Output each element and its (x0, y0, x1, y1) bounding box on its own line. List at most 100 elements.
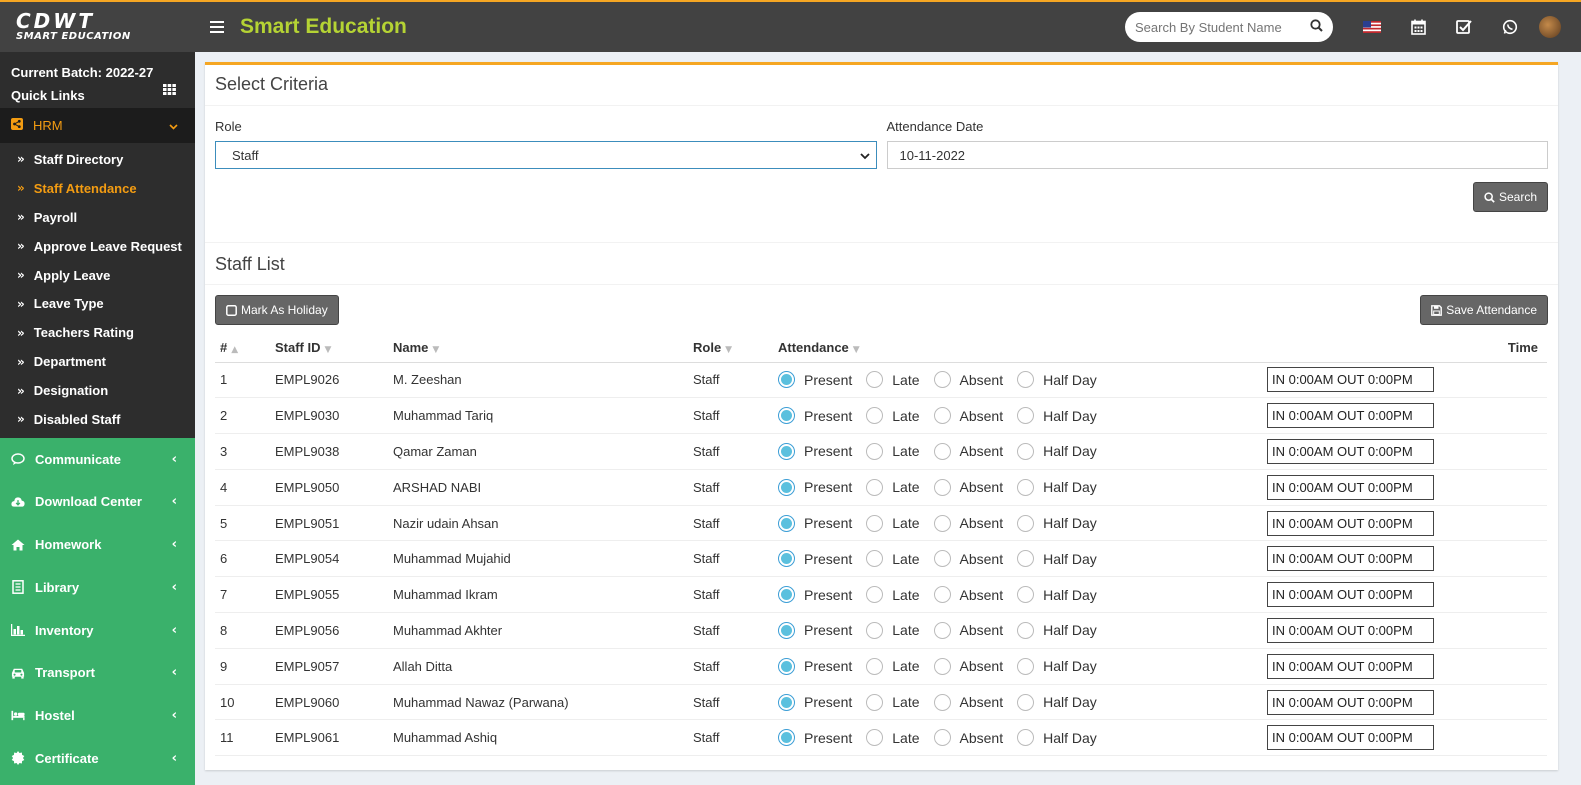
attendance-option-late[interactable]: Late (866, 550, 920, 568)
time-input[interactable]: IN 0:00AM OUT 0:00PM (1267, 438, 1434, 464)
sidebar-item-apply-leave[interactable]: » Apply Leave (0, 261, 195, 290)
attendance-option-present[interactable]: Present (778, 621, 852, 639)
radio-late[interactable] (866, 586, 884, 604)
attendance-option-absent[interactable]: Absent (933, 407, 1003, 425)
radio-late[interactable] (866, 514, 884, 532)
radio-present[interactable] (778, 657, 795, 675)
attendance-option-half-day[interactable]: Half Day (1017, 478, 1097, 496)
radio-late[interactable] (866, 657, 884, 675)
radio-absent[interactable] (933, 478, 951, 496)
sidebar-item-library[interactable]: Library ‹ (0, 566, 195, 609)
radio-present[interactable] (778, 586, 795, 604)
sidebar-item-approve-leave-request[interactable]: » Approve Leave Request (0, 232, 195, 261)
menu-toggle-icon[interactable] (210, 21, 224, 33)
attendance-option-late[interactable]: Late (866, 478, 920, 496)
sidebar-item-designation[interactable]: » Designation (0, 376, 195, 405)
radio-half-day[interactable] (1017, 586, 1035, 604)
radio-absent[interactable] (933, 407, 951, 425)
radio-absent[interactable] (933, 729, 951, 747)
sidebar-item-leave-type[interactable]: » Leave Type (0, 289, 195, 318)
radio-absent[interactable] (933, 657, 951, 675)
radio-present[interactable] (778, 550, 795, 568)
attendance-option-absent[interactable]: Absent (933, 550, 1003, 568)
logo[interactable]: CDWT SMART EDUCATION (0, 2, 195, 52)
attendance-option-late[interactable]: Late (866, 729, 920, 747)
calendar-icon[interactable] (1395, 12, 1441, 42)
attendance-option-half-day[interactable]: Half Day (1017, 371, 1097, 389)
sidebar-item-hrm[interactable]: HRM (0, 108, 195, 143)
sidebar-item-teachers-rating[interactable]: » Teachers Rating (0, 318, 195, 347)
time-input[interactable]: IN 0:00AM OUT 0:00PM (1267, 653, 1434, 679)
time-input[interactable]: IN 0:00AM OUT 0:00PM (1267, 403, 1434, 429)
radio-late[interactable] (866, 729, 884, 747)
attendance-option-half-day[interactable]: Half Day (1017, 586, 1097, 604)
sidebar-item-homework[interactable]: Homework ‹ (0, 523, 195, 566)
radio-half-day[interactable] (1017, 550, 1035, 568)
attendance-option-half-day[interactable]: Half Day (1017, 407, 1097, 425)
radio-late[interactable] (866, 478, 884, 496)
attendance-option-present[interactable]: Present (778, 586, 852, 604)
radio-half-day[interactable] (1017, 478, 1035, 496)
attendance-option-late[interactable]: Late (866, 693, 920, 711)
radio-absent[interactable] (933, 621, 951, 639)
radio-half-day[interactable] (1017, 371, 1035, 389)
radio-present[interactable] (778, 514, 795, 532)
radio-absent[interactable] (933, 586, 951, 604)
attendance-option-present[interactable]: Present (778, 442, 852, 460)
attendance-option-half-day[interactable]: Half Day (1017, 550, 1097, 568)
time-input[interactable]: IN 0:00AM OUT 0:00PM (1267, 510, 1434, 536)
radio-present[interactable] (778, 371, 795, 389)
attendance-option-present[interactable]: Present (778, 729, 852, 747)
radio-late[interactable] (866, 371, 884, 389)
mark-as-holiday-button[interactable]: Mark As Holiday (215, 295, 339, 325)
attendance-option-late[interactable]: Late (866, 407, 920, 425)
sidebar-item-download-center[interactable]: Download Center ‹ (0, 481, 195, 524)
attendance-option-present[interactable]: Present (778, 371, 852, 389)
search-button[interactable]: Search (1472, 182, 1548, 212)
attendance-option-half-day[interactable]: Half Day (1017, 657, 1097, 675)
student-search-input[interactable] (1135, 19, 1285, 35)
radio-half-day[interactable] (1017, 407, 1035, 425)
attendance-option-present[interactable]: Present (778, 514, 852, 532)
time-input[interactable]: IN 0:00AM OUT 0:00PM (1267, 725, 1434, 751)
attendance-option-present[interactable]: Present (778, 550, 852, 568)
radio-late[interactable] (866, 407, 884, 425)
column-header-staff-id[interactable]: Staff ID ▼ (270, 333, 388, 363)
attendance-option-absent[interactable]: Absent (933, 514, 1003, 532)
grid-icon[interactable] (163, 83, 176, 98)
radio-half-day[interactable] (1017, 621, 1035, 639)
radio-present[interactable] (778, 442, 795, 460)
attendance-option-absent[interactable]: Absent (933, 621, 1003, 639)
radio-half-day[interactable] (1017, 442, 1035, 460)
attendance-option-half-day[interactable]: Half Day (1017, 621, 1097, 639)
radio-half-day[interactable] (1017, 729, 1035, 747)
radio-present[interactable] (778, 407, 795, 425)
radio-absent[interactable] (933, 371, 951, 389)
attendance-option-half-day[interactable]: Half Day (1017, 693, 1097, 711)
attendance-option-present[interactable]: Present (778, 657, 852, 675)
column-header-name[interactable]: Name ▼ (388, 333, 688, 363)
sidebar-item-payroll[interactable]: » Payroll (0, 203, 195, 232)
column-header-num[interactable]: # ▲ (215, 333, 270, 363)
us-flag-icon[interactable] (1349, 12, 1395, 42)
sidebar-item-disabled-staff[interactable]: » Disabled Staff (0, 405, 195, 434)
column-header-role[interactable]: Role ▼ (688, 333, 773, 363)
radio-absent[interactable] (933, 550, 951, 568)
role-select[interactable]: Staff (215, 141, 877, 169)
attendance-option-absent[interactable]: Absent (933, 586, 1003, 604)
time-input[interactable]: IN 0:00AM OUT 0:00PM (1267, 367, 1434, 393)
attendance-option-late[interactable]: Late (866, 371, 920, 389)
attendance-option-half-day[interactable]: Half Day (1017, 442, 1097, 460)
sidebar-item-staff-directory[interactable]: » Staff Directory (0, 145, 195, 174)
attendance-option-absent[interactable]: Absent (933, 371, 1003, 389)
sidebar-item-communicate[interactable]: Communicate ‹ (0, 438, 195, 481)
attendance-option-late[interactable]: Late (866, 514, 920, 532)
attendance-option-absent[interactable]: Absent (933, 657, 1003, 675)
user-avatar[interactable] (1533, 12, 1567, 42)
attendance-option-late[interactable]: Late (866, 657, 920, 675)
attendance-option-half-day[interactable]: Half Day (1017, 729, 1097, 747)
sidebar-item-inventory[interactable]: Inventory ‹ (0, 609, 195, 652)
radio-late[interactable] (866, 621, 884, 639)
time-input[interactable]: IN 0:00AM OUT 0:00PM (1267, 689, 1434, 715)
radio-present[interactable] (778, 729, 795, 747)
